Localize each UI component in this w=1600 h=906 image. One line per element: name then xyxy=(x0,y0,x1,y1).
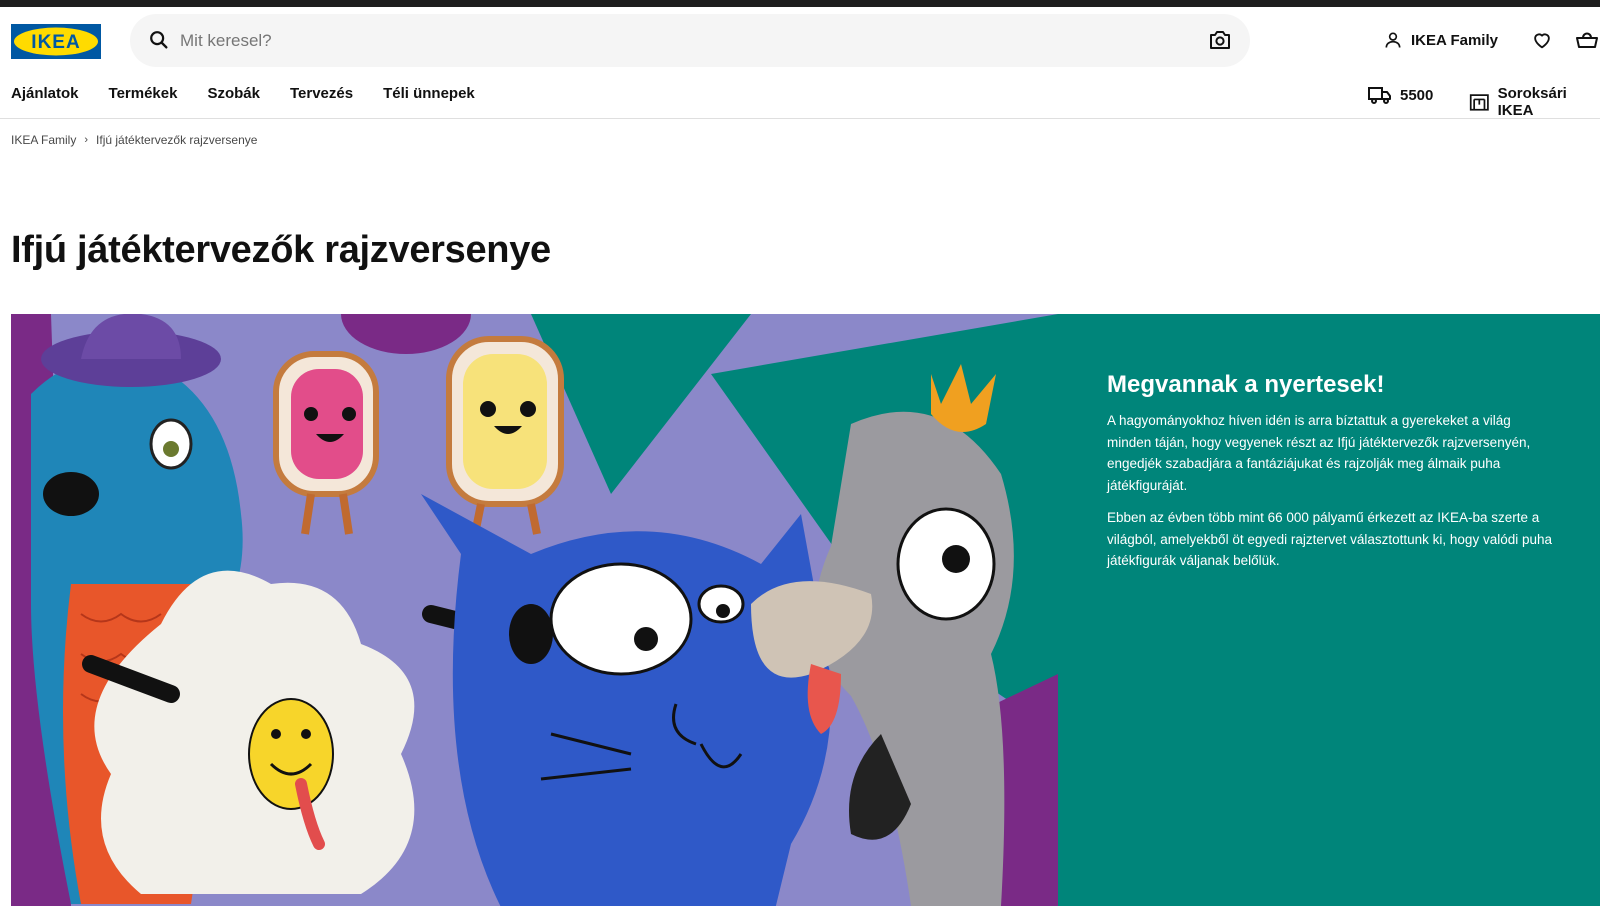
nav-item-termekek[interactable]: Termékek xyxy=(109,85,178,102)
page: IKEA IKEA Family Ajánlatok xyxy=(0,7,1600,906)
delivery-code: 5500 xyxy=(1400,86,1434,104)
store-label: Soroksári IKEA xyxy=(1497,85,1567,119)
nav-item-tervezes[interactable]: Tervezés xyxy=(290,85,353,102)
page-title: Ifjú játéktervezők rajzversenye xyxy=(11,229,551,271)
ikea-family-link[interactable]: IKEA Family xyxy=(1383,27,1498,53)
hero-paragraph-2: Ebben az évben több mint 66 000 pályamű … xyxy=(1107,510,1552,569)
search-input[interactable] xyxy=(180,24,1180,57)
breadcrumb-item-current: Ifjú játéktervezők rajzversenye xyxy=(96,133,258,147)
nav-item-ajanlatok[interactable]: Ajánlatok xyxy=(11,85,79,102)
search-icon[interactable] xyxy=(148,29,170,51)
store-selector[interactable]: Soroksári IKEA xyxy=(1469,85,1600,119)
nav-divider xyxy=(0,118,1600,119)
hero-paragraph-1: A hagyományokhoz híven idén is arra bízt… xyxy=(1107,413,1531,494)
main-nav: Ajánlatok Termékek Szobák Tervezés Téli … xyxy=(11,85,505,102)
logo-text: IKEA xyxy=(31,32,80,53)
ikea-family-label: IKEA Family xyxy=(1411,31,1498,49)
search-bar[interactable] xyxy=(130,14,1250,67)
breadcrumb-item-ikea-family[interactable]: IKEA Family xyxy=(11,133,76,147)
user-icon xyxy=(1385,32,1401,48)
truck-icon xyxy=(1368,87,1391,104)
hero-image xyxy=(11,314,1058,906)
plush-toys-illustration xyxy=(11,314,1058,906)
delivery-postcode[interactable]: 5500 xyxy=(1368,85,1433,105)
shopping-bag-icon xyxy=(1576,32,1598,48)
camera-icon[interactable] xyxy=(1208,28,1232,52)
nav-item-teli-unnepek[interactable]: Téli ünnepek xyxy=(383,85,475,102)
heart-icon xyxy=(1534,33,1550,49)
store-icon xyxy=(1469,94,1489,111)
chevron-right-icon: › xyxy=(84,134,89,146)
hero-heading: Megvannak a nyertesek! xyxy=(1107,371,1385,398)
favourites-button[interactable] xyxy=(1529,27,1555,53)
nav-item-szobak[interactable]: Szobák xyxy=(207,85,260,102)
hero-text-panel: Megvannak a nyertesek! A hagyományokhoz … xyxy=(1058,314,1600,906)
ikea-logo[interactable]: IKEA xyxy=(11,24,101,59)
cart-button[interactable] xyxy=(1574,27,1600,53)
breadcrumb: IKEA Family › Ifjú játéktervezők rajzver… xyxy=(11,133,257,147)
